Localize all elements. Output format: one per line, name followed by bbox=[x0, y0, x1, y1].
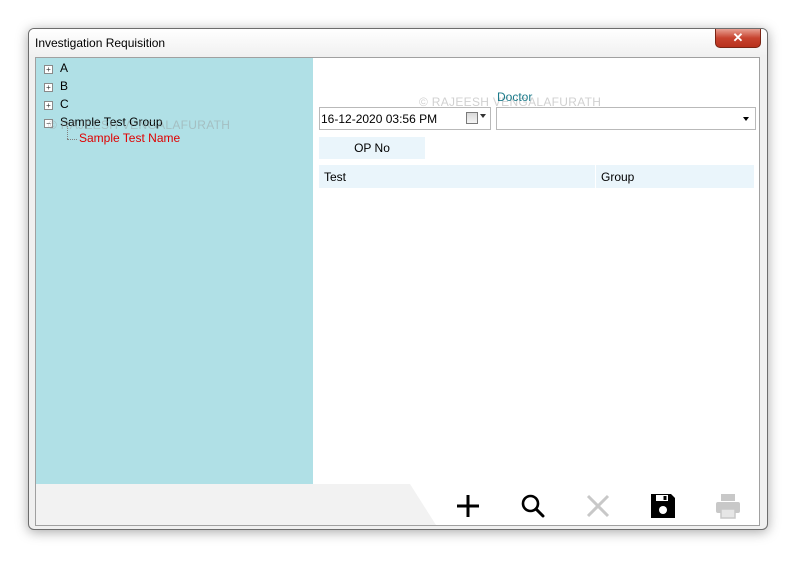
close-window-button[interactable]: ✕ bbox=[715, 29, 761, 48]
delete-button[interactable] bbox=[583, 491, 613, 521]
tree-leaf-sample-test-name[interactable]: Sample Test Name bbox=[79, 131, 180, 145]
column-divider[interactable] bbox=[595, 165, 596, 188]
op-no-button[interactable]: OP No bbox=[319, 137, 425, 159]
tree-node-label[interactable]: A bbox=[60, 60, 68, 76]
column-header-group[interactable]: Group bbox=[601, 170, 634, 184]
print-button[interactable] bbox=[713, 491, 743, 521]
floppy-disk-icon bbox=[651, 494, 675, 518]
doctor-dropdown[interactable] bbox=[496, 107, 756, 130]
doctor-label: Doctor bbox=[497, 90, 533, 104]
save-button[interactable] bbox=[648, 491, 678, 521]
close-icon bbox=[586, 494, 610, 518]
toolbar-tab-background bbox=[36, 484, 436, 525]
search-icon bbox=[521, 494, 545, 518]
date-value: 16-12-2020 03:56 PM bbox=[321, 112, 438, 126]
chevron-down-icon[interactable] bbox=[743, 117, 749, 121]
main-window: Investigation Requisition ✕ + A + B + C … bbox=[28, 28, 768, 530]
test-tree: + A + B + C − Sample Test Group Sample T… bbox=[36, 58, 313, 484]
tree-connector bbox=[67, 139, 77, 140]
tree-node-label[interactable]: B bbox=[60, 78, 68, 94]
close-icon: ✕ bbox=[732, 30, 744, 45]
test-grid-header: Test Group bbox=[319, 165, 754, 188]
title-bar[interactable]: Investigation Requisition ✕ bbox=[29, 29, 767, 55]
expand-icon[interactable]: + bbox=[44, 83, 53, 92]
client-area: + A + B + C − Sample Test Group Sample T… bbox=[35, 57, 760, 526]
column-header-test[interactable]: Test bbox=[324, 170, 346, 184]
search-button[interactable] bbox=[518, 491, 548, 521]
window-title: Investigation Requisition bbox=[35, 36, 166, 50]
calendar-icon[interactable] bbox=[466, 112, 478, 124]
watermark-left: © RAJEESH VENGALAFURATH bbox=[48, 118, 231, 132]
bottom-toolbar bbox=[36, 484, 759, 525]
plus-icon bbox=[457, 495, 479, 517]
expand-icon[interactable]: + bbox=[44, 65, 53, 74]
printer-icon bbox=[716, 494, 740, 519]
expand-icon[interactable]: + bbox=[44, 101, 53, 110]
add-button[interactable] bbox=[453, 491, 483, 521]
chevron-down-icon[interactable] bbox=[480, 114, 486, 118]
date-time-picker[interactable]: 16-12-2020 03:56 PM bbox=[319, 107, 491, 130]
tree-node-label[interactable]: C bbox=[60, 96, 69, 112]
